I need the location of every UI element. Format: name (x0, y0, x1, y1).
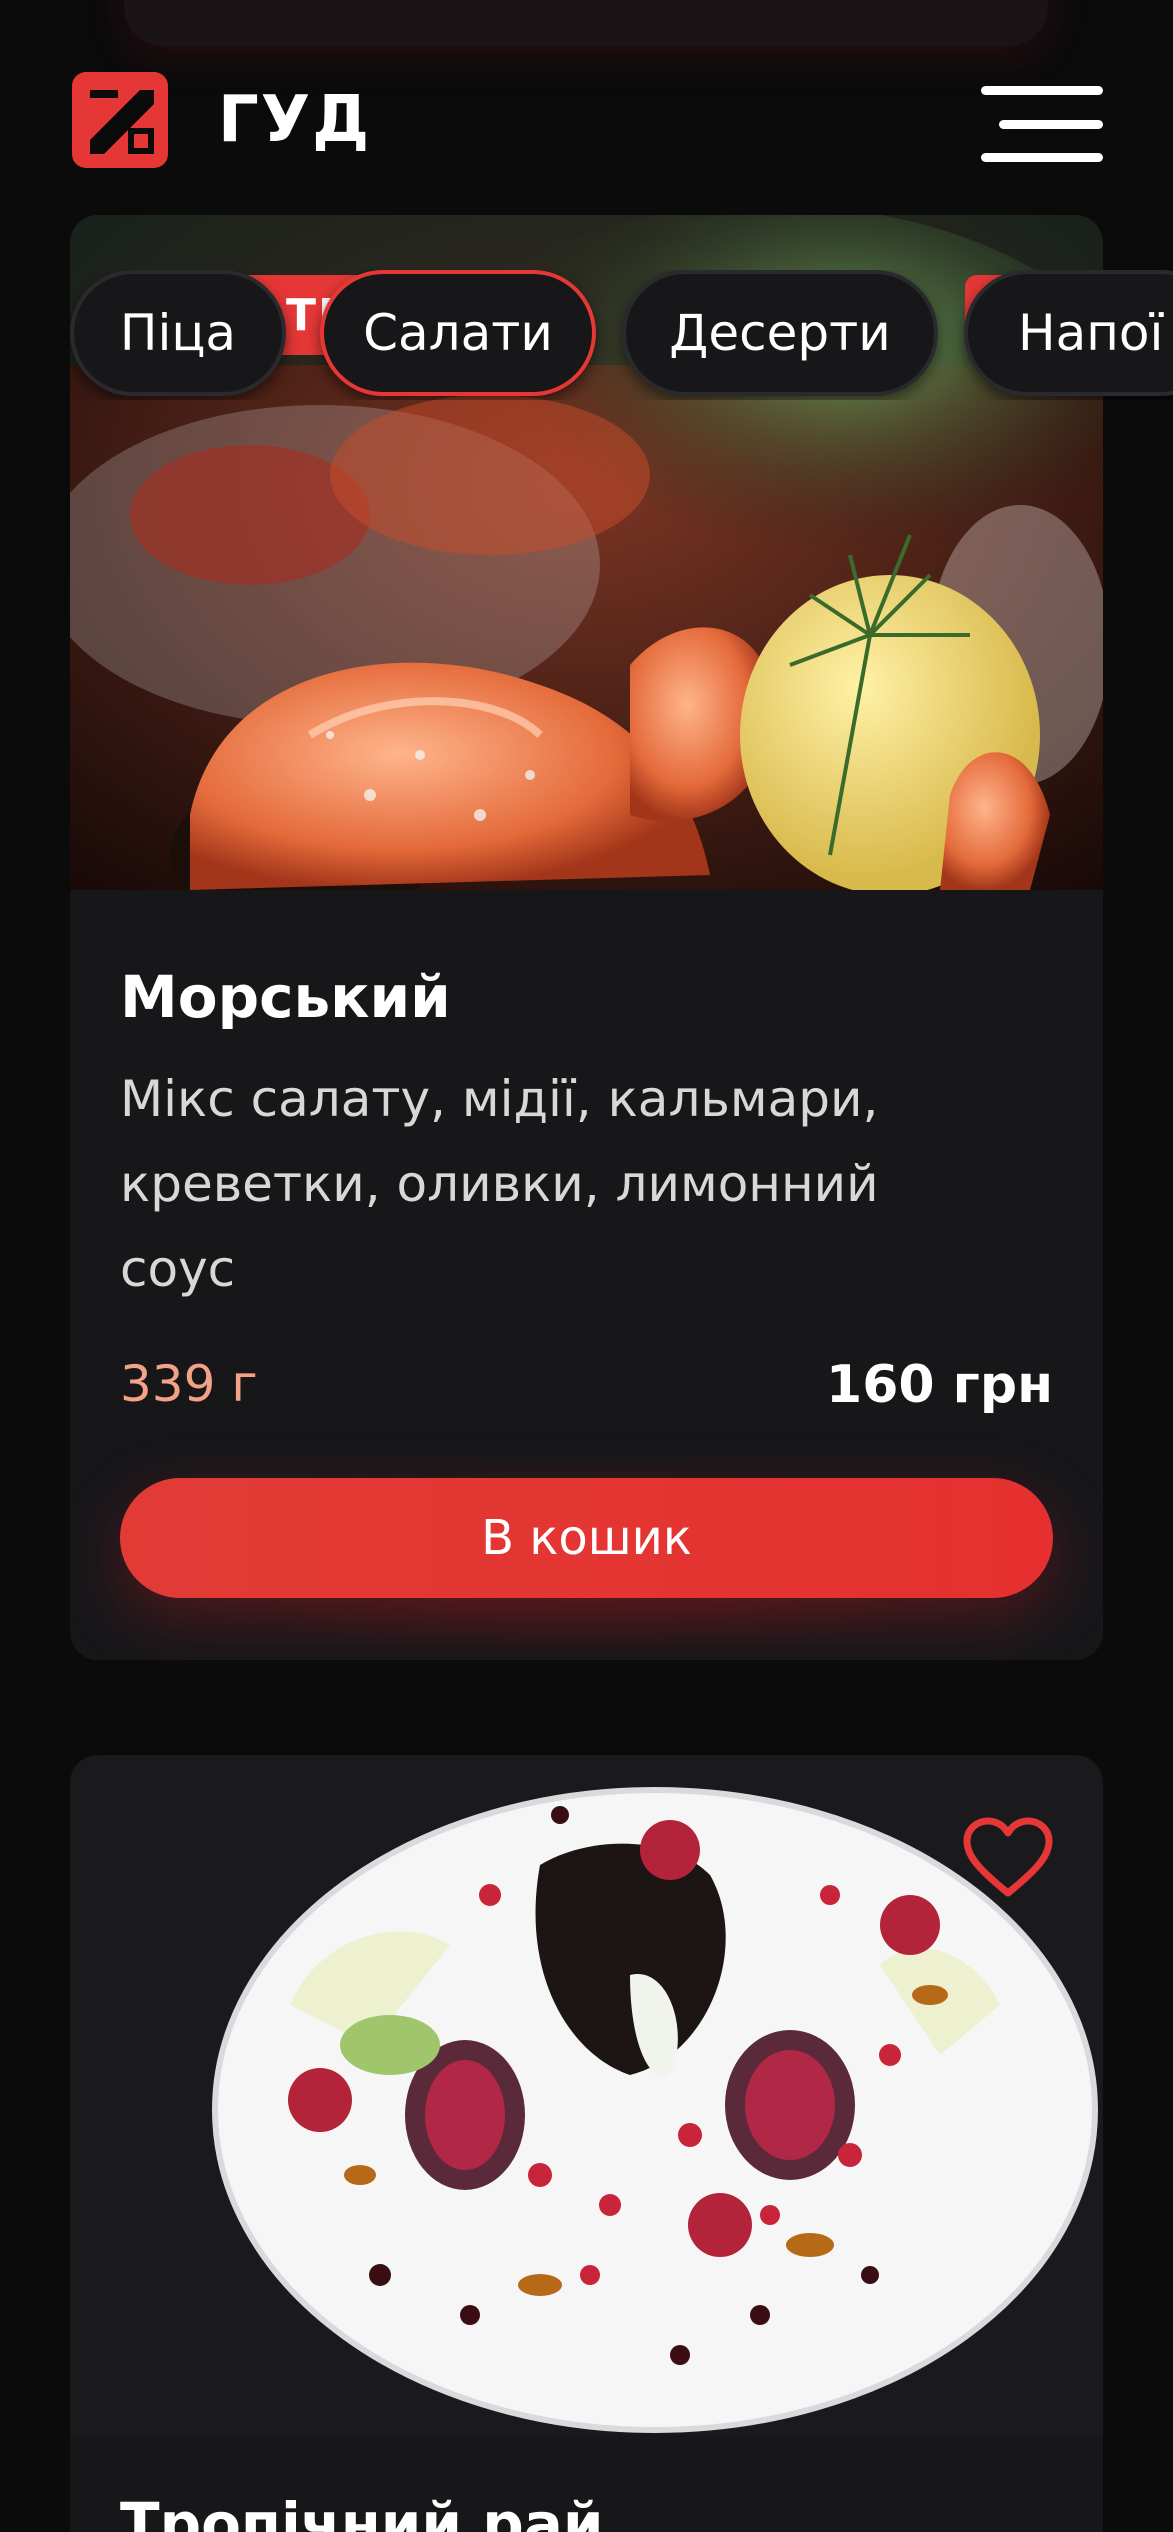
previous-panel-edge (124, 0, 1048, 46)
category-filter-bar: Піца Салати Десерти Напої (70, 270, 1173, 400)
category-chip-pizza[interactable]: Піца (70, 270, 286, 396)
brand-logo-icon[interactable] (70, 70, 170, 170)
product-weight: 339 г (120, 1355, 258, 1413)
product-price: 160 грн (826, 1355, 1053, 1415)
heart-outline-icon[interactable] (961, 1815, 1055, 1899)
brand-name[interactable]: ГУД (218, 83, 371, 157)
category-chip-drinks[interactable]: Напої (964, 270, 1173, 396)
hamburger-menu-icon[interactable] (981, 86, 1103, 162)
product-title: Тропічний рай (120, 2490, 604, 2532)
product-card: Тропічний рай (70, 1755, 1103, 2532)
product-card: ТР Морський Мікс салату, мідії, кальмари… (70, 215, 1103, 1660)
app-page: ГУД ТР Морський Мікс салату, мідії, каль… (0, 0, 1173, 2532)
header: ГУД (70, 60, 1103, 180)
category-chip-desserts[interactable]: Десерти (622, 270, 938, 396)
product-description: Мікс салату, мідії, кальмари, креветки, … (120, 1070, 879, 1298)
product-photo-tropical (70, 1755, 1103, 2435)
product-title: Морський (120, 963, 451, 1031)
add-to-cart-button[interactable]: В кошик (120, 1478, 1053, 1598)
category-chip-salads[interactable]: Салати (320, 270, 596, 396)
tropical-salad-image (70, 1755, 1103, 2435)
